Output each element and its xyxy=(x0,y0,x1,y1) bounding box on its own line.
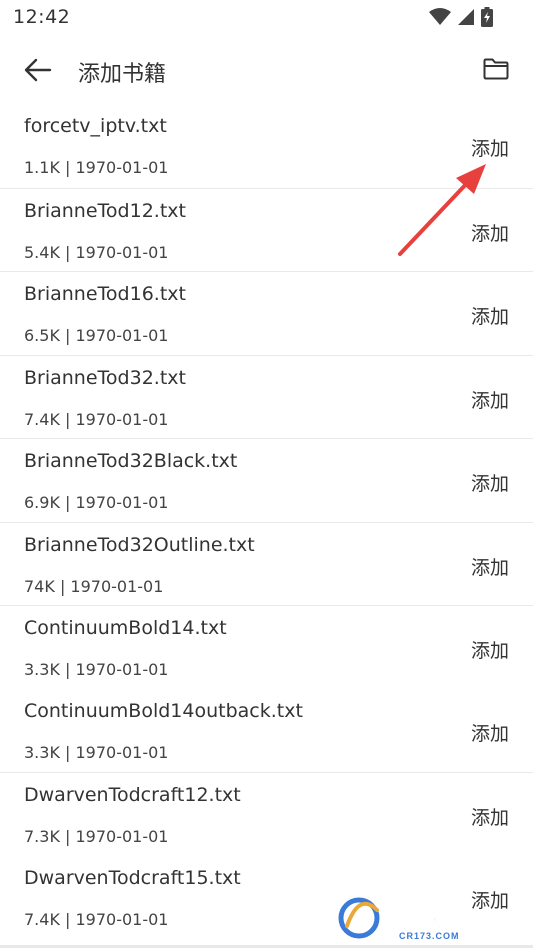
add-button[interactable]: 添加 xyxy=(471,469,509,496)
list-item: ContinuumBold14.txt 3.3K | 1970-01-01 添加 xyxy=(0,605,533,689)
list-item: ContinuumBold14outback.txt 3.3K | 1970-0… xyxy=(0,689,533,773)
svg-text:西西软件园: 西西软件园 xyxy=(381,907,481,931)
list-item: BrianneTod32Black.txt 6.9K | 1970-01-01 … xyxy=(0,438,533,522)
add-button[interactable]: 添加 xyxy=(471,719,509,746)
file-name: BrianneTod12.txt xyxy=(24,199,186,222)
annotation-arrow-icon xyxy=(398,164,486,256)
file-name: BrianneTod32Black.txt xyxy=(24,450,238,472)
file-meta: 5.4K | 1970-01-01 xyxy=(24,242,169,262)
wifi-icon xyxy=(429,8,451,25)
back-button[interactable] xyxy=(20,54,56,86)
file-meta: 7.4K | 1970-01-01 xyxy=(24,909,169,929)
status-icons xyxy=(429,6,493,28)
list-item: BrianneTod16.txt 6.5K | 1970-01-01 添加 xyxy=(0,271,533,355)
app-bar: 添加书籍 xyxy=(0,36,533,104)
file-meta: 1.1K | 1970-01-01 xyxy=(24,158,169,177)
file-name: BrianneTod32.txt xyxy=(24,366,186,389)
arrow-left-icon xyxy=(24,58,52,82)
signal-icon xyxy=(458,9,474,25)
file-name: DwarvenTodcraft15.txt xyxy=(24,866,241,889)
add-button[interactable]: 添加 xyxy=(471,553,509,580)
watermark-logo: 西西软件园 CR173.COM xyxy=(338,897,481,940)
file-name: ContinuumBold14outback.txt xyxy=(24,699,303,722)
svg-text:CR173.COM: CR173.COM xyxy=(399,931,460,940)
file-meta: 74K | 1970-01-01 xyxy=(24,576,164,596)
file-meta: 6.5K | 1970-01-01 xyxy=(24,326,169,345)
file-meta: 7.3K | 1970-01-01 xyxy=(24,827,169,846)
file-name: BrianneTod32Outline.txt xyxy=(24,533,255,556)
page-title: 添加书籍 xyxy=(78,62,167,87)
list-item: DwarvenTodcraft12.txt 7.3K | 1970-01-01 … xyxy=(0,772,533,856)
list-item: BrianneTod32Outline.txt 74K | 1970-01-01… xyxy=(0,521,533,606)
file-name: BrianneTod16.txt xyxy=(24,283,186,305)
status-bar: 12:42 xyxy=(0,0,533,36)
file-meta: 7.4K | 1970-01-01 xyxy=(24,409,169,429)
file-meta: 3.3K | 1970-01-01 xyxy=(24,660,169,679)
screen: 12:42 添加书籍 forcetv_iptv.txt 1.1K | 1970-… xyxy=(0,0,533,948)
add-button[interactable]: 添加 xyxy=(471,803,509,830)
add-button[interactable]: 添加 xyxy=(471,134,509,161)
file-meta: 6.9K | 1970-01-01 xyxy=(24,493,169,512)
add-button[interactable]: 添加 xyxy=(471,302,509,329)
file-name: ContinuumBold14.txt xyxy=(24,617,227,639)
add-button[interactable]: 添加 xyxy=(471,386,509,413)
add-button[interactable]: 添加 xyxy=(471,636,509,663)
file-name: DwarvenTodcraft12.txt xyxy=(24,784,241,806)
folder-button[interactable] xyxy=(481,54,511,84)
battery-charging-icon xyxy=(481,7,493,27)
status-time: 12:42 xyxy=(13,6,71,28)
file-meta: 3.3K | 1970-01-01 xyxy=(24,742,169,762)
list-item: BrianneTod32.txt 7.4K | 1970-01-01 添加 xyxy=(0,354,533,439)
folder-icon xyxy=(483,58,509,80)
file-name: forcetv_iptv.txt xyxy=(24,115,167,137)
